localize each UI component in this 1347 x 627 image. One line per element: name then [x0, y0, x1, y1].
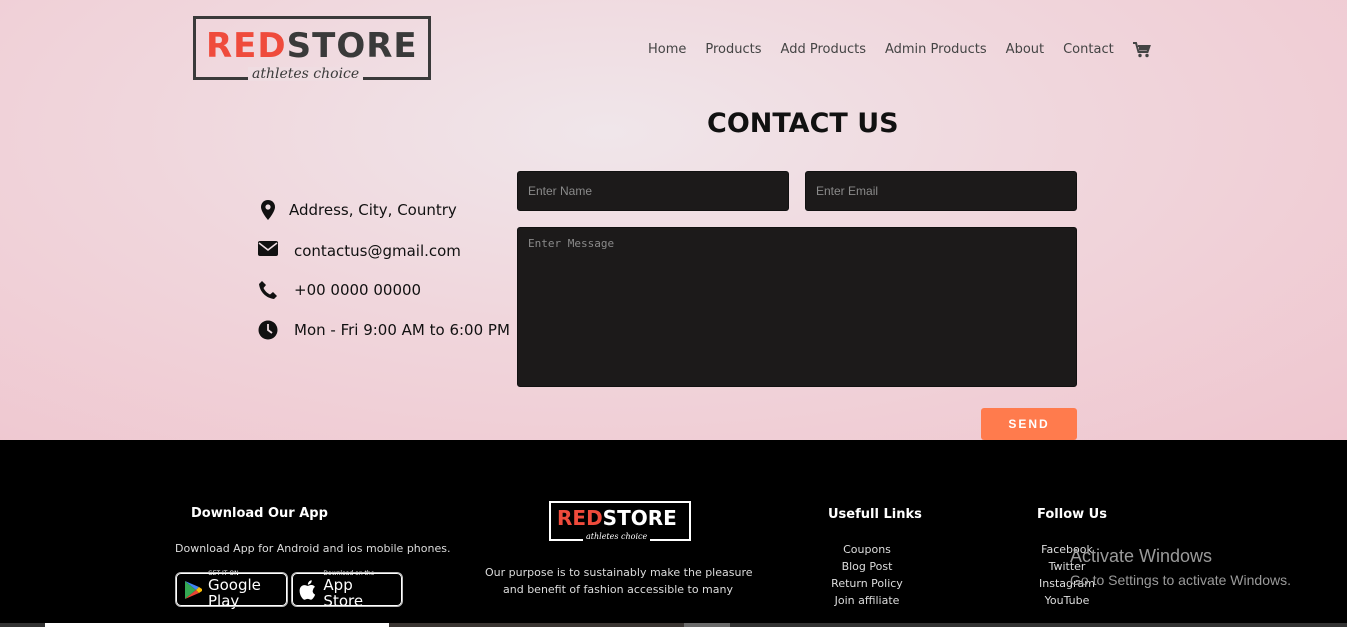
nav-add-products[interactable]: Add Products [781, 42, 866, 58]
download-app-heading: Download Our App [191, 506, 328, 521]
clock-icon [257, 320, 279, 340]
download-app-text: Download App for Android and ios mobile … [175, 542, 451, 555]
activate-windows-title: Activate Windows [1070, 546, 1213, 566]
footer: Download Our App Download App for Androi… [0, 440, 1347, 627]
apple-icon [299, 579, 318, 600]
footer-logo-red-text: RED [557, 506, 603, 530]
about-line-2: and benefit of fashion accessible to man… [503, 583, 733, 596]
useful-links-list: Coupons Blog Post Return Policy Join aff… [817, 541, 917, 609]
footer-logo-white-text: STORE [602, 506, 677, 530]
about-line-1: Our purpose is to sustainably make the p… [485, 566, 753, 579]
footer-logo-wordmark: REDSTORE [557, 507, 677, 529]
hours-text: Mon - Fri 9:00 AM to 6:00 PM [294, 321, 510, 339]
bottom-strip-dark-segment [389, 623, 684, 627]
nav-contact[interactable]: Contact [1063, 42, 1114, 58]
link-youtube[interactable]: YouTube [1017, 592, 1117, 609]
send-button[interactable]: SEND [981, 408, 1077, 440]
email-input[interactable] [805, 171, 1077, 211]
bottom-strip-grey-segment [684, 623, 730, 627]
link-blog-post[interactable]: Blog Post [817, 558, 917, 575]
nav-about[interactable]: About [1006, 42, 1044, 58]
useful-links-heading: Usefull Links [828, 507, 922, 522]
google-play-big: Google Play [208, 576, 261, 610]
app-store-big: App Store [323, 576, 364, 610]
google-play-badge[interactable]: GET IT ON Google Play [175, 570, 288, 610]
bottom-strip-light-segment [45, 623, 389, 627]
envelope-icon [257, 241, 279, 261]
link-join-affiliate[interactable]: Join affiliate [817, 592, 917, 609]
footer-logo[interactable]: REDSTORE athletes choice [549, 501, 691, 541]
main-nav: Home Products Add Products Admin Product… [648, 42, 1151, 58]
redstore-logo[interactable]: REDSTORE athletes choice [193, 16, 431, 81]
map-marker-icon [257, 200, 279, 220]
contact-section: REDSTORE athletes choice Home Products A… [0, 0, 1347, 440]
address-row: Address, City, Country [257, 200, 457, 220]
phone-text: +00 0000 00000 [294, 281, 422, 299]
page-title: CONTACT US [707, 108, 899, 139]
message-textarea[interactable] [517, 227, 1077, 387]
logo-tagline: athletes choice [248, 67, 364, 81]
app-store-badge[interactable]: Download on the App Store [291, 570, 403, 610]
email-row: contactus@gmail.com [257, 241, 461, 261]
nav-admin-products[interactable]: Admin Products [885, 42, 987, 58]
phone-row: +00 0000 00000 [257, 280, 421, 300]
address-text: Address, City, Country [289, 201, 457, 219]
nav-products[interactable]: Products [705, 42, 761, 58]
footer-logo-tagline: athletes choice [583, 532, 651, 541]
phone-icon [257, 280, 279, 300]
logo-dark-text: STORE [286, 26, 418, 66]
google-play-icon [183, 580, 203, 600]
bottom-strip [0, 623, 1347, 627]
name-input[interactable] [517, 171, 789, 211]
hours-row: Mon - Fri 9:00 AM to 6:00 PM [257, 320, 510, 340]
cart-icon[interactable] [1132, 42, 1151, 58]
logo-red-text: RED [206, 26, 287, 66]
logo-wordmark: REDSTORE [206, 27, 418, 65]
link-coupons[interactable]: Coupons [817, 541, 917, 558]
link-return-policy[interactable]: Return Policy [817, 575, 917, 592]
email-text: contactus@gmail.com [294, 242, 461, 260]
follow-us-heading: Follow Us [1037, 507, 1107, 522]
nav-home[interactable]: Home [648, 42, 686, 58]
activate-windows-subtitle: Go to Settings to activate Windows. [1070, 572, 1291, 588]
